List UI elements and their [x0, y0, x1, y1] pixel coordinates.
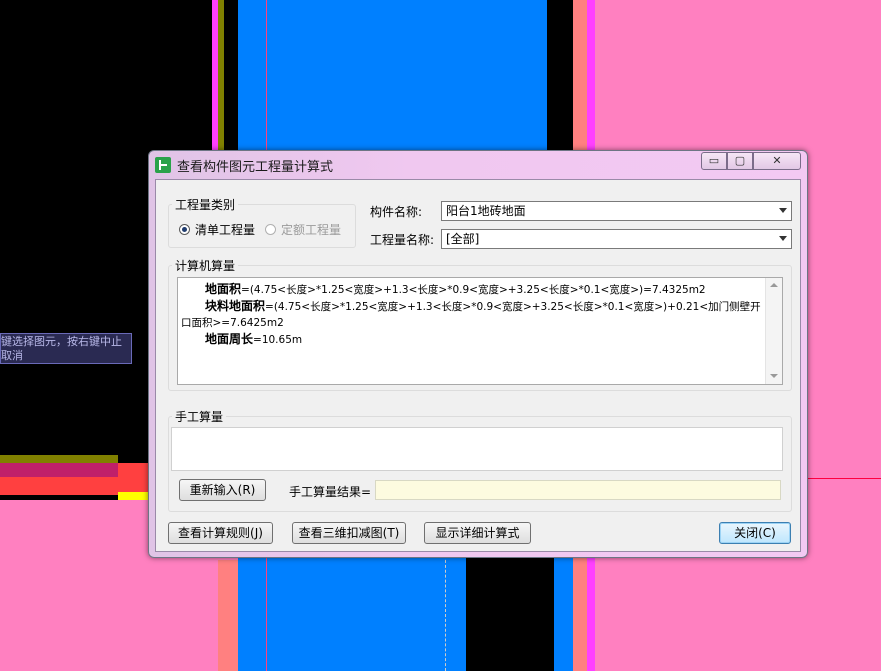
wall-strip	[218, 560, 238, 671]
computer-calc-text[interactable]: 地面积=(4.75<长度>*1.25<宽度>+1.3<长度>*0.9<宽度>+3…	[177, 277, 783, 385]
radio-selected-icon	[179, 224, 190, 235]
minimize-button[interactable]: ▭	[701, 152, 727, 170]
dropdown-arrow-icon	[779, 236, 787, 241]
wall-strip	[0, 477, 118, 495]
radio-bill-quantity[interactable]: 清单工程量	[179, 221, 255, 238]
app-icon	[155, 157, 171, 173]
command-tooltip: 键选择图元，按右键中止 取消	[0, 333, 132, 364]
calc-line: 地面积=(4.75<长度>*1.25<宽度>+1.3<长度>*0.9<宽度>+3…	[205, 282, 706, 296]
manual-calc-input[interactable]	[171, 427, 783, 471]
view-3d-button[interactable]: 查看三维扣减图(T)	[292, 522, 406, 544]
component-name-label: 构件名称:	[370, 205, 423, 219]
grid-line	[808, 478, 881, 479]
calc-content: 地面积=(4.75<长度>*1.25<宽度>+1.3<长度>*0.9<宽度>+3…	[178, 278, 782, 348]
radio-norm-quantity[interactable]: 定额工程量	[265, 221, 341, 238]
dashed-line	[445, 555, 446, 671]
scroll-up-icon[interactable]	[770, 283, 778, 287]
dialog-client-area: 工程量类别 清单工程量 定额工程量 构件名称: 阳台1地砖地面 工程量名称: […	[155, 179, 801, 552]
calc-line: 地面周长=10.65m	[205, 332, 303, 346]
quantity-type-label: 工程量类别	[172, 196, 239, 213]
manual-result-label: 手工算量结果=	[289, 485, 372, 499]
scroll-down-icon[interactable]	[770, 374, 778, 378]
quantity-name-select[interactable]: [全部]	[441, 229, 792, 249]
column-dark	[547, 0, 573, 150]
quantity-name-value: [全部]	[446, 232, 480, 246]
calc-scrollbar[interactable]	[765, 278, 782, 384]
dialog-title: 查看构件图元工程量计算式	[177, 160, 334, 175]
radio-label: 清单工程量	[195, 223, 256, 237]
manual-calc-label: 手工算量	[172, 408, 227, 425]
tooltip-line: 取消	[1, 349, 23, 362]
manual-calc-group: 手工算量 重新输入(R) 手工算量结果=	[168, 408, 792, 512]
reinput-button[interactable]: 重新输入(R)	[179, 479, 266, 501]
quantity-name-label: 工程量名称:	[370, 233, 435, 247]
component-name-select[interactable]: 阳台1地砖地面	[441, 201, 792, 221]
close-window-button[interactable]: ✕	[753, 152, 801, 170]
column-dark	[466, 555, 554, 671]
radio-label: 定额工程量	[281, 223, 342, 237]
show-detail-button[interactable]: 显示详细计算式	[424, 522, 531, 544]
maximize-button[interactable]: ▢	[727, 152, 753, 170]
wall-strip	[0, 463, 118, 477]
computer-calc-label: 计算机算量	[172, 257, 239, 274]
dropdown-arrow-icon	[779, 208, 787, 213]
close-button[interactable]: 关闭(C)	[719, 522, 791, 544]
calc-line: 块料地面积=(4.75<长度>*1.25<宽度>+1.3<长度>*0.9<宽度>…	[181, 299, 761, 329]
component-name-value: 阳台1地砖地面	[446, 204, 526, 218]
wall-strip	[0, 455, 118, 463]
view-rules-button[interactable]: 查看计算规则(J)	[168, 522, 273, 544]
quantity-type-group: 工程量类别 清单工程量 定额工程量	[168, 196, 356, 248]
title-bar[interactable]: 查看构件图元工程量计算式 ▭ ▢ ✕	[149, 151, 807, 177]
tooltip-line: 键选择图元，按右键中止	[1, 335, 122, 348]
radio-unselected-icon	[265, 224, 276, 235]
manual-result-field[interactable]	[375, 480, 781, 500]
wall-strip	[118, 492, 148, 500]
computer-calc-group: 计算机算量 地面积=(4.75<长度>*1.25<宽度>+1.3<长度>*0.9…	[168, 257, 792, 391]
quantity-formula-dialog: 查看构件图元工程量计算式 ▭ ▢ ✕ 工程量类别 清单工程量 定额工程量 构件名…	[148, 150, 808, 558]
